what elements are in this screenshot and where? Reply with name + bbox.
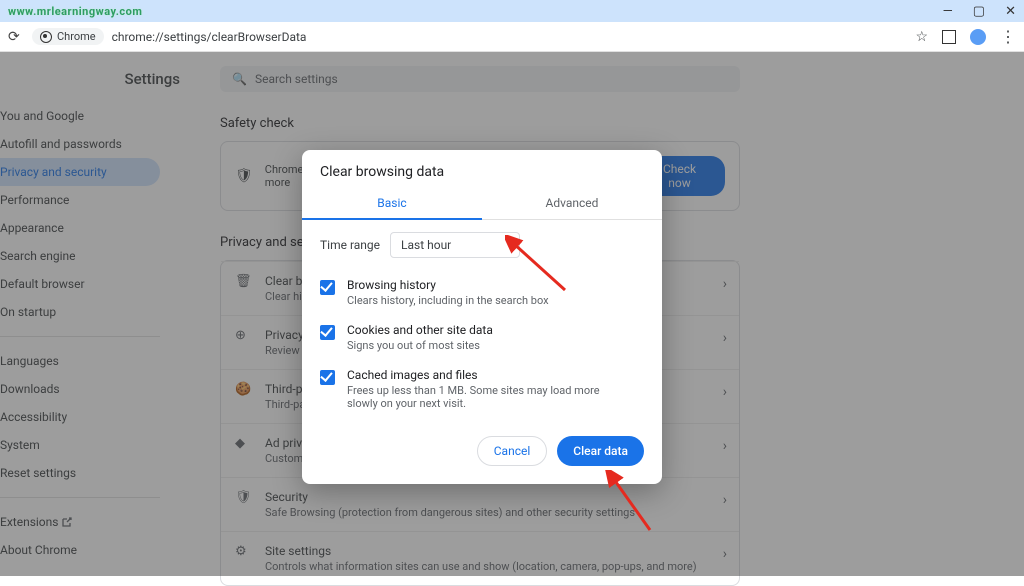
checkbox-title: Cached images and files bbox=[347, 368, 617, 382]
reload-icon[interactable]: ⟳ bbox=[8, 29, 24, 45]
maximize-button[interactable]: ▢ bbox=[973, 4, 985, 19]
clear-data-button[interactable]: Clear data bbox=[557, 436, 644, 466]
dialog-tabs: Basic Advanced bbox=[302, 188, 662, 220]
time-range-row: Time range Last hour bbox=[302, 220, 662, 270]
checkbox-icon[interactable] bbox=[320, 325, 335, 340]
checkbox-subtitle: Signs you out of most sites bbox=[347, 339, 493, 352]
checkbox-browsing-history[interactable]: Browsing history Clears history, includi… bbox=[302, 270, 662, 315]
site-chip[interactable]: Chrome bbox=[32, 28, 104, 45]
site-chip-label: Chrome bbox=[57, 30, 96, 43]
time-range-value: Last hour bbox=[401, 238, 451, 252]
chrome-icon bbox=[40, 31, 52, 43]
checkbox-cache[interactable]: Cached images and files Frees up less th… bbox=[302, 360, 662, 418]
cancel-button[interactable]: Cancel bbox=[477, 436, 548, 466]
bookmark-icon[interactable]: ☆ bbox=[915, 29, 928, 45]
tab-basic[interactable]: Basic bbox=[302, 188, 482, 220]
dialog-footer: Cancel Clear data bbox=[302, 418, 662, 484]
panel-icon[interactable] bbox=[942, 30, 956, 44]
checkbox-title: Cookies and other site data bbox=[347, 323, 493, 337]
window-titlebar: www.mrlearningway.com — ▢ ✕ bbox=[0, 0, 1024, 22]
profile-avatar-icon[interactable] bbox=[970, 29, 986, 45]
time-range-label: Time range bbox=[320, 238, 380, 252]
url-text[interactable]: chrome://settings/clearBrowserData bbox=[112, 30, 908, 44]
time-range-select[interactable]: Last hour bbox=[390, 232, 520, 258]
dialog-title: Clear browsing data bbox=[302, 150, 662, 188]
watermark-text: www.mrlearningway.com bbox=[8, 5, 142, 18]
checkbox-subtitle: Frees up less than 1 MB. Some sites may … bbox=[347, 384, 617, 410]
checkbox-title: Browsing history bbox=[347, 278, 549, 292]
minimize-button[interactable]: — bbox=[943, 4, 953, 19]
checkbox-icon[interactable] bbox=[320, 280, 335, 295]
checkbox-cookies[interactable]: Cookies and other site data Signs you ou… bbox=[302, 315, 662, 360]
close-button[interactable]: ✕ bbox=[1005, 4, 1016, 19]
address-bar: ⟳ Chrome chrome://settings/clearBrowserD… bbox=[0, 22, 1024, 52]
checkbox-subtitle: Clears history, including in the search … bbox=[347, 294, 549, 307]
checkbox-icon[interactable] bbox=[320, 370, 335, 385]
toolbar-icons: ☆ ⋮ bbox=[915, 29, 1016, 45]
window-controls: — ▢ ✕ bbox=[943, 4, 1016, 19]
tab-advanced[interactable]: Advanced bbox=[482, 188, 662, 219]
clear-browsing-data-dialog: Clear browsing data Basic Advanced Time … bbox=[302, 150, 662, 484]
menu-icon[interactable]: ⋮ bbox=[1000, 32, 1016, 42]
